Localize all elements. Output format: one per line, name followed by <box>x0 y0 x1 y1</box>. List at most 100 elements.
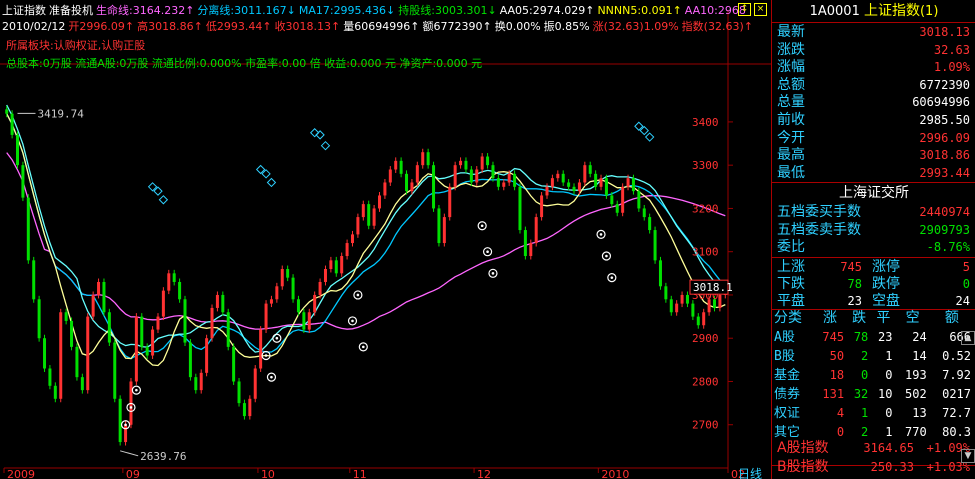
breakdown-cell: 1 <box>861 406 869 420</box>
order-value: 2440974 <box>919 205 970 219</box>
candle-body <box>329 260 333 269</box>
candle-body <box>567 182 571 187</box>
quote-value: 2993.44 <box>919 165 970 180</box>
candle-body <box>124 424 128 443</box>
candle-body <box>583 165 587 183</box>
candle-body <box>205 338 209 373</box>
candle-body <box>345 243 349 257</box>
candle-body <box>486 156 490 166</box>
breakdown-row: 权证 4 1 0 13 72.7 <box>774 404 974 423</box>
breakdown-cell: 14 <box>912 349 927 363</box>
kline-chart[interactable]: 27002800290030003100320033003400 2009 09 1… <box>0 0 771 479</box>
breakdown-cell: 2 <box>861 349 869 363</box>
scroll-down-icon[interactable]: ▼ <box>961 449 975 463</box>
security-code: 1A0001 <box>809 4 860 19</box>
x-tick-label-3: 11 <box>353 468 367 479</box>
candle-body <box>253 368 257 399</box>
breakdown-cell: 23 <box>878 330 893 344</box>
candle-body <box>469 169 473 183</box>
breakdown-cell: 1 <box>885 349 893 363</box>
candle-body <box>59 312 63 399</box>
candle-body <box>599 178 603 187</box>
candle-body <box>577 182 581 192</box>
indicator-value-6: AA05:2974.029↑ <box>499 4 595 17</box>
indicator-value-1: 准备投机 <box>49 4 93 17</box>
candle-body <box>215 294 219 308</box>
candle-body <box>475 169 479 183</box>
candle-body <box>107 312 111 343</box>
candle-body <box>378 195 382 209</box>
candle-body <box>269 299 273 304</box>
candle-body <box>291 277 295 300</box>
indicator-value-7: NNNN5:0.091↑ <box>597 4 682 17</box>
candle-body <box>448 186 452 218</box>
candle-body <box>97 281 101 295</box>
quote-value: 32.63 <box>933 42 970 57</box>
candle-body <box>388 169 392 183</box>
quote-row: 今开 2996.09 <box>772 129 975 148</box>
candle-body <box>113 342 117 399</box>
signal-dot-0 <box>124 423 127 427</box>
ohlc-value-9: 涨(32.63)1.09% <box>592 20 679 33</box>
sub-index-value: 250.33 <box>870 460 914 474</box>
candle-body <box>480 156 484 170</box>
breakdown-cell: 10 <box>878 387 893 401</box>
quote-label: 前收 <box>777 112 805 128</box>
breakdown-row: B股 50 2 1 14 0.52 <box>774 347 974 366</box>
breakdown-cell: 18 <box>829 368 845 382</box>
candle-body <box>242 403 246 417</box>
candle-body <box>437 208 441 244</box>
indicator-switch-icon[interactable]: ↕ <box>738 3 751 16</box>
candle-body <box>48 368 52 386</box>
quote-label: 最低 <box>777 164 805 181</box>
indicator-value-8: AA10:2968 <box>684 4 746 17</box>
ohlc-value-1: 开2996.09↑ <box>68 20 135 33</box>
signal-dot-9 <box>480 224 484 228</box>
candle-body <box>356 217 360 235</box>
ohlc-value-0: 2010/02/12 <box>2 20 66 33</box>
indicator-value-3: 分离线:3011.167↓ <box>197 4 296 17</box>
signal-dot-6 <box>351 319 354 323</box>
breakdown-cell: 24 <box>912 330 927 344</box>
candle-body <box>696 316 700 326</box>
candle-body <box>102 281 106 313</box>
candle-body <box>664 286 668 300</box>
sub-index-value: 3164.65 <box>863 441 914 455</box>
order-value: 2909793 <box>919 222 970 237</box>
breakdown-cell: 0217 <box>942 387 971 401</box>
candle-body <box>334 260 338 274</box>
candle-body <box>275 286 279 300</box>
sub-index-row[interactable]: B股指数 250.33 +1.03% <box>772 458 975 477</box>
candle-body <box>648 217 652 231</box>
candle-body <box>496 178 500 187</box>
indicator-value-0: 上证指数 <box>2 4 46 17</box>
candle-body <box>188 342 192 378</box>
breakdown-cell: 0 <box>885 368 893 382</box>
candle-body <box>410 182 414 192</box>
candle-body <box>658 260 662 287</box>
signal-dot-1 <box>129 406 133 409</box>
candle-body <box>161 290 165 317</box>
quote-row: 涨幅 1.09% <box>772 58 975 77</box>
breakdown-cell: 0 <box>861 368 869 382</box>
candle-body <box>156 316 160 330</box>
quote-title: 1A0001 上证指数(1) <box>772 2 975 21</box>
breakdown-cell: 502 <box>905 387 927 401</box>
close-icon[interactable]: × <box>754 3 767 16</box>
x-tick-label-4: 12 <box>477 468 491 479</box>
signal-dot-13 <box>605 254 608 258</box>
ohlc-value-5: 量60694996↑ <box>343 20 420 33</box>
sub-index-row[interactable]: A股指数 3164.65 +1.09% <box>772 439 975 458</box>
candle-body <box>80 377 84 391</box>
candle-body <box>172 273 176 282</box>
signal-dot-10 <box>486 250 489 253</box>
signal-dot-4 <box>270 375 273 379</box>
scroll-up-icon[interactable]: ▲ <box>961 331 975 345</box>
quote-row: 最高 3018.86 <box>772 146 975 165</box>
candle-body <box>685 294 689 304</box>
candle-body <box>151 329 155 356</box>
ohlc-value-8: 振0.85% <box>543 20 590 33</box>
quote-label: 涨跌 <box>777 41 805 58</box>
candle-body <box>545 186 549 196</box>
quote-row: 涨跌 32.63 <box>772 41 975 60</box>
